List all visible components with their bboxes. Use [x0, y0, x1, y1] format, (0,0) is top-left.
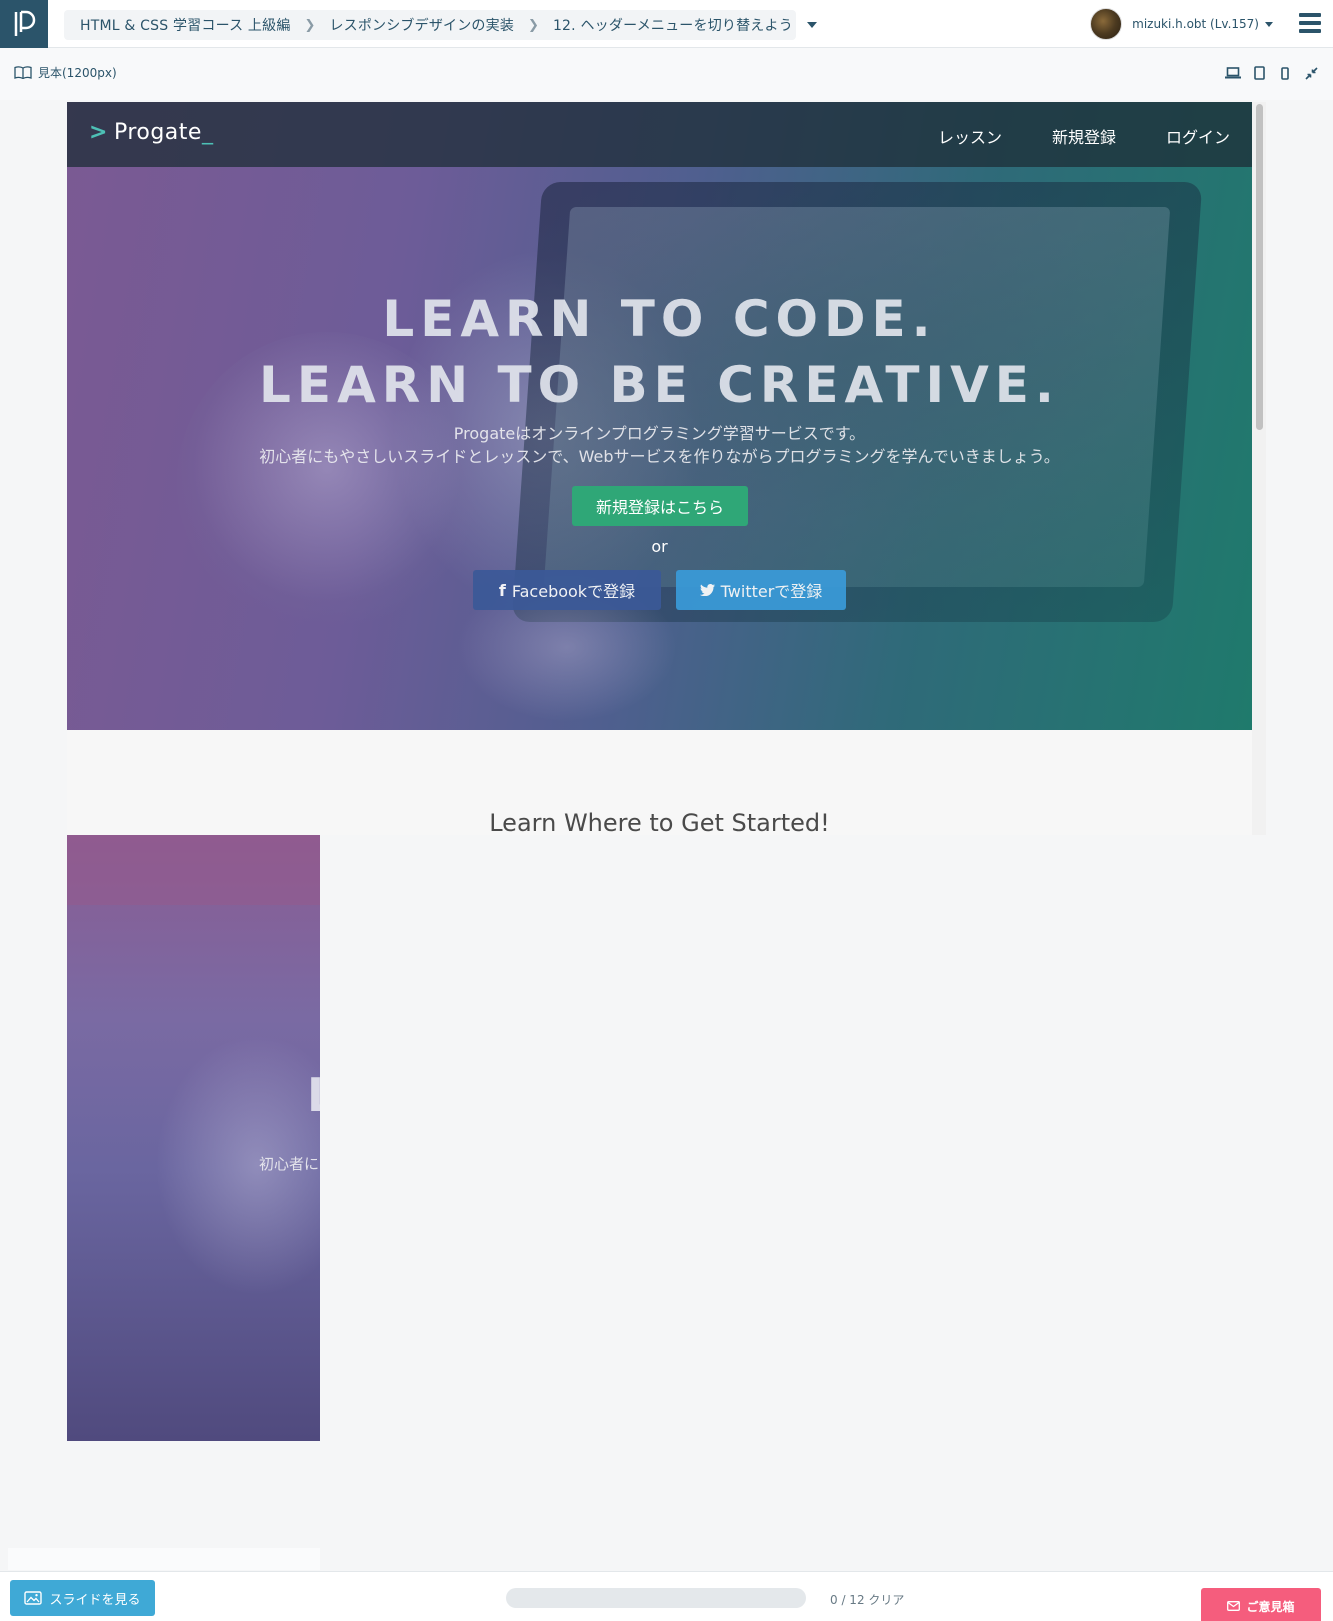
nav-login[interactable]: ログイン: [1166, 124, 1230, 148]
collapse-icon[interactable]: [1303, 65, 1319, 81]
mobile-header-band: [67, 835, 320, 905]
nav-signup[interactable]: 新規登録: [1052, 124, 1116, 148]
twitter-icon: [699, 584, 715, 596]
mobile-hero-title: L: [307, 1068, 320, 1122]
site-logo[interactable]: > Progate_: [89, 120, 213, 145]
facebook-signup-label: Facebookで登録: [511, 582, 636, 601]
mail-icon: [1227, 1601, 1241, 1611]
progress-text: 0 / 12 クリア: [830, 1593, 905, 1607]
facebook-icon: f: [498, 580, 506, 600]
breadcrumb[interactable]: HTML & CSS 学習コース 上級編 ❯ レスポンシブデザインの実装 ❯ 1…: [64, 10, 817, 40]
progate-logo[interactable]: [0, 0, 48, 48]
preview-frame: > Progate_ レッスン 新規登録 ログイン LEARN TO CODE. …: [67, 102, 1252, 835]
section-heading: Learn Where to Get Started!: [489, 809, 830, 835]
hero-subtitle-line-2: 初心者にもやさしいスライドとレッスンで、Webサービスを作りながらプログラミング…: [259, 447, 1060, 466]
feedback-button[interactable]: ご意見箱: [1201, 1588, 1321, 1621]
or-divider: or: [651, 537, 668, 556]
hamburger-menu-icon[interactable]: [1299, 13, 1321, 33]
hero-title-line-2: LEARN TO BE CREATIVE.: [259, 356, 1060, 414]
cursor-underscore-icon: _: [201, 120, 214, 145]
book-icon: [14, 66, 32, 79]
breadcrumb-course[interactable]: HTML & CSS 学習コース 上級編: [80, 15, 291, 35]
feedback-label: ご意見箱: [1246, 1599, 1295, 1614]
user-menu[interactable]: mizuki.h.obt (Lv.157): [1090, 8, 1273, 40]
tablet-icon[interactable]: [1251, 65, 1267, 81]
bottom-bar: スライドを見る 0 / 12 クリア ご意見箱: [0, 1571, 1333, 1621]
device-switcher: [1225, 65, 1319, 81]
caret-down-icon[interactable]: [1265, 21, 1273, 27]
chevron-right-icon: >: [89, 120, 108, 145]
hero-section: > Progate_ レッスン 新規登録 ログイン LEARN TO CODE. …: [67, 102, 1252, 730]
avatar[interactable]: [1090, 8, 1123, 40]
preview-mode-label: 見本(1200px): [14, 64, 117, 81]
breadcrumb-chapter[interactable]: レスポンシブデザインの実装: [329, 15, 514, 35]
view-slides-label: スライドを見る: [49, 1592, 141, 1608]
top-bar: HTML & CSS 学習コース 上級編 ❯ レスポンシブデザインの実装 ❯ 1…: [0, 0, 1333, 48]
mobile-preview-fragment: L 初心者に: [67, 835, 320, 1441]
phone-icon[interactable]: [1277, 65, 1293, 81]
hero-subtitle-line-1: Progateはオンラインプログラミング学習サービスです。: [453, 424, 866, 443]
preview-scrollbar[interactable]: [1252, 102, 1266, 835]
signup-button[interactable]: 新規登録はこちら: [572, 486, 748, 526]
nav-lesson[interactable]: レッスン: [938, 124, 1002, 148]
preview-label-text: 見本(1200px): [38, 66, 117, 80]
mobile-hero-subtitle: 初心者に: [259, 1155, 320, 1173]
progate-logo-icon: [14, 10, 36, 36]
chevron-right-icon: ❯: [304, 17, 316, 33]
laptop-icon[interactable]: [1225, 65, 1241, 81]
breadcrumb-lesson[interactable]: 12. ヘッダーメニューを切り替えよう: [553, 15, 793, 35]
site-header: > Progate_ レッスン 新規登録 ログイン: [67, 102, 1252, 167]
facebook-signup-button[interactable]: f Facebookで登録: [473, 570, 661, 610]
preview-toolbar: 見本(1200px): [0, 48, 1333, 100]
divider: [8, 1548, 320, 1570]
view-slides-button[interactable]: スライドを見る: [10, 1580, 155, 1616]
chevron-right-icon: ❯: [528, 17, 539, 33]
site-logo-text: Progate: [113, 120, 202, 145]
twitter-signup-button[interactable]: Twitterで登録: [676, 570, 846, 610]
hero-title-line-1: LEARN TO CODE.: [382, 290, 937, 348]
username[interactable]: mizuki.h.obt (Lv.157): [1132, 17, 1259, 31]
twitter-signup-label: Twitterで登録: [720, 582, 823, 601]
scrollbar-thumb[interactable]: [1256, 104, 1263, 430]
progress-bar: [506, 1588, 806, 1608]
caret-down-icon[interactable]: [806, 22, 817, 28]
site-nav: レッスン 新規登録 ログイン: [938, 124, 1230, 148]
slides-icon: [24, 1591, 43, 1605]
